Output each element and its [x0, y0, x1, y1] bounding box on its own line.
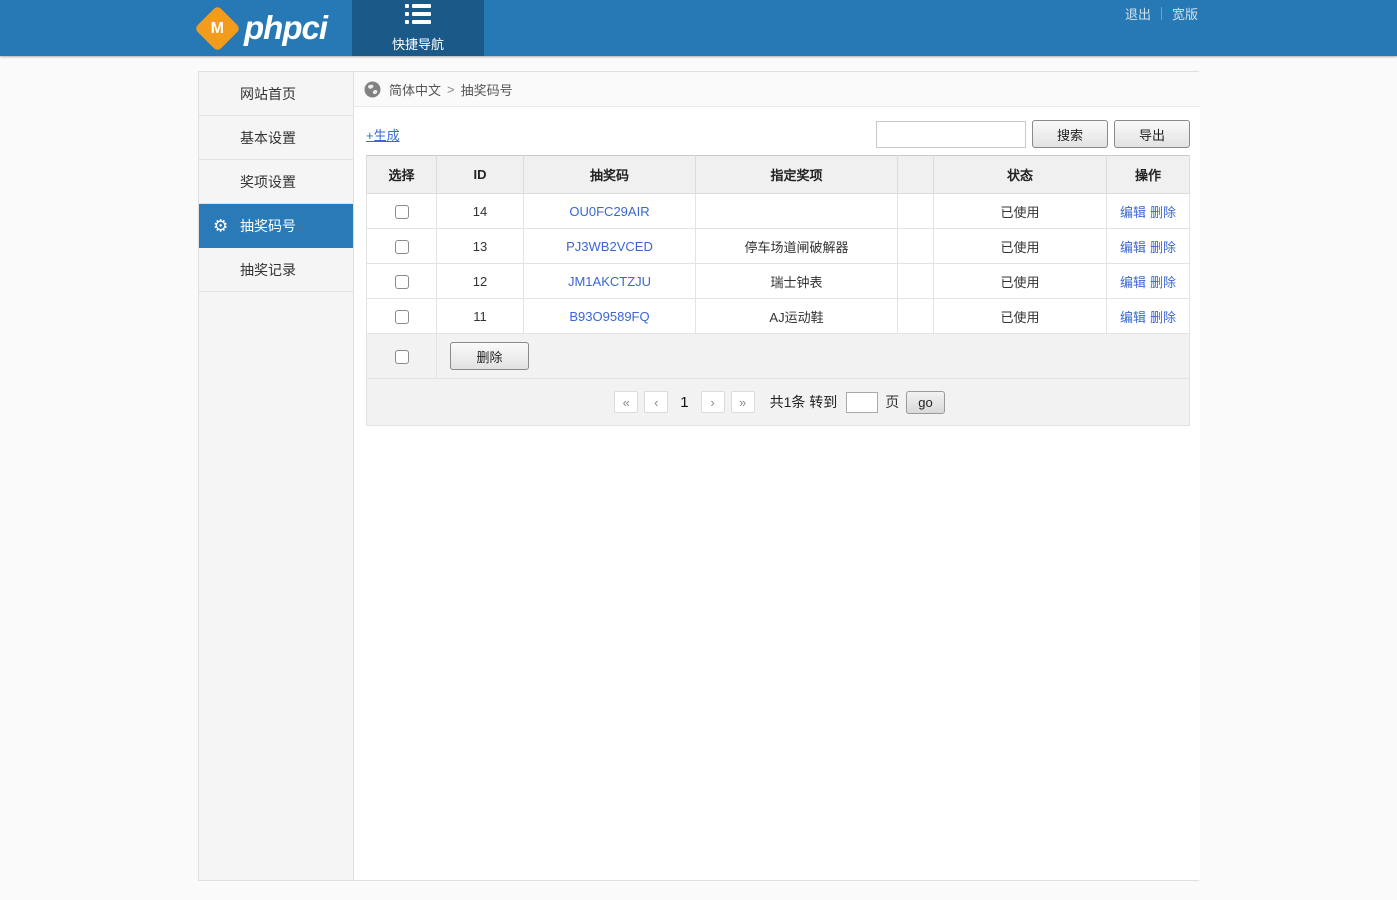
gear-icon: ⚙ — [213, 217, 228, 234]
list-icon — [403, 3, 433, 29]
table-row: 11 B93O9589FQ AJ运动鞋 已使用 编辑删除 — [367, 299, 1190, 334]
sidebar-item-basic-settings[interactable]: 基本设置 — [199, 116, 353, 160]
cell-extra — [898, 194, 934, 229]
delete-link[interactable]: 删除 — [1150, 275, 1176, 290]
col-extra — [898, 156, 934, 194]
toolbar: +生成 搜索 导出 — [354, 107, 1200, 155]
sidebar-item-lottery-codes[interactable]: ⚙ 抽奖码号 — [199, 204, 353, 248]
logo-mark: M — [211, 19, 224, 37]
row-checkbox[interactable] — [395, 275, 409, 289]
table-row: 14 OU0FC29AIR 已使用 编辑删除 — [367, 194, 1190, 229]
main-content: 简体中文 > 抽奖码号 +生成 搜索 导出 选择 ID — [354, 72, 1200, 880]
logo[interactable]: M phpci — [197, 0, 352, 56]
table-wrap: 选择 ID 抽奖码 指定奖项 状态 操作 14 OU0FC29AIR — [354, 155, 1200, 438]
sidebar-item-label: 奖项设置 — [240, 172, 296, 192]
first-page-button[interactable]: « — [614, 391, 638, 413]
sidebar-item-prize-settings[interactable]: 奖项设置 — [199, 160, 353, 204]
delete-link[interactable]: 删除 — [1150, 205, 1176, 220]
cell-prize: AJ运动鞋 — [696, 299, 898, 334]
sidebar-item-lottery-records[interactable]: 抽奖记录 — [199, 248, 353, 292]
edit-link[interactable]: 编辑 — [1120, 310, 1146, 325]
sidebar-item-label: 抽奖码号 — [240, 216, 296, 236]
go-button[interactable]: go — [906, 391, 944, 414]
code-link[interactable]: OU0FC29AIR — [569, 204, 649, 219]
code-link[interactable]: B93O9589FQ — [569, 309, 649, 324]
cell-status: 已使用 — [934, 194, 1107, 229]
table-row: 12 JM1AKCTZJU 瑞士钟表 已使用 编辑删除 — [367, 264, 1190, 299]
cell-prize: 瑞士钟表 — [696, 264, 898, 299]
quick-nav-button[interactable]: 快捷导航 — [352, 0, 484, 56]
select-all-checkbox[interactable] — [395, 350, 409, 364]
delete-link[interactable]: 删除 — [1150, 240, 1176, 255]
breadcrumb-language[interactable]: 简体中文 — [389, 80, 441, 99]
sidebar-item-label: 基本设置 — [240, 128, 296, 148]
search-group: 搜索 导出 — [876, 120, 1190, 148]
col-select: 选择 — [367, 156, 437, 194]
globe-icon — [364, 81, 381, 98]
search-input[interactable] — [876, 121, 1026, 148]
code-link[interactable]: JM1AKCTZJU — [568, 274, 651, 289]
prev-page-button[interactable]: ‹ — [644, 391, 668, 413]
sidebar: 网站首页 基本设置 奖项设置 ⚙ 抽奖码号 抽奖记录 — [199, 72, 354, 880]
header-links: 退出 宽版 — [1125, 4, 1198, 23]
col-status: 状态 — [934, 156, 1107, 194]
logout-link[interactable]: 退出 — [1125, 4, 1151, 23]
row-checkbox[interactable] — [395, 205, 409, 219]
last-page-button[interactable]: » — [731, 391, 755, 413]
page-number-input[interactable] — [846, 392, 878, 413]
quick-nav-label: 快捷导航 — [392, 34, 444, 53]
cell-id: 13 — [437, 229, 524, 264]
col-id: ID — [437, 156, 524, 194]
col-code: 抽奖码 — [524, 156, 696, 194]
cell-id: 12 — [437, 264, 524, 299]
col-prize: 指定奖项 — [696, 156, 898, 194]
breadcrumb-separator: > — [447, 82, 455, 97]
table-header-row: 选择 ID 抽奖码 指定奖项 状态 操作 — [367, 156, 1190, 194]
edit-link[interactable]: 编辑 — [1120, 275, 1146, 290]
search-button[interactable]: 搜索 — [1032, 120, 1108, 148]
sidebar-item-label: 网站首页 — [240, 84, 296, 104]
cell-extra — [898, 299, 934, 334]
delete-link[interactable]: 删除 — [1150, 310, 1176, 325]
page-unit-label: 页 — [885, 392, 899, 412]
cell-status: 已使用 — [934, 229, 1107, 264]
cell-prize — [696, 194, 898, 229]
cell-status: 已使用 — [934, 264, 1107, 299]
pagination-row: « ‹ 1 › » 共1条 转到 页 go — [367, 379, 1190, 426]
edit-link[interactable]: 编辑 — [1120, 240, 1146, 255]
wide-version-link[interactable]: 宽版 — [1172, 4, 1198, 23]
sidebar-item-home[interactable]: 网站首页 — [199, 72, 353, 116]
cell-id: 14 — [437, 194, 524, 229]
current-page: 1 — [680, 394, 688, 411]
cell-extra — [898, 229, 934, 264]
row-checkbox[interactable] — [395, 310, 409, 324]
sidebar-item-label: 抽奖记录 — [240, 260, 296, 280]
col-actions: 操作 — [1107, 156, 1190, 194]
breadcrumb: 简体中文 > 抽奖码号 — [354, 72, 1200, 107]
pagination: « ‹ 1 › » 共1条 转到 页 go — [367, 391, 1189, 414]
page-container: 网站首页 基本设置 奖项设置 ⚙ 抽奖码号 抽奖记录 简体中文 > 抽奖码号 — [198, 71, 1199, 881]
cell-status: 已使用 — [934, 299, 1107, 334]
breadcrumb-current: 抽奖码号 — [461, 80, 513, 99]
bulk-action-row: 删除 — [367, 334, 1190, 379]
links-divider — [1161, 7, 1162, 20]
pagination-total: 共1条 转到 — [770, 392, 838, 412]
cell-extra — [898, 264, 934, 299]
export-button[interactable]: 导出 — [1114, 120, 1190, 148]
generate-link[interactable]: +生成 — [366, 125, 400, 144]
code-link[interactable]: PJ3WB2VCED — [566, 239, 653, 254]
logo-diamond-icon: M — [194, 5, 241, 52]
row-checkbox[interactable] — [395, 240, 409, 254]
table-row: 13 PJ3WB2VCED 停车场道闸破解器 已使用 编辑删除 — [367, 229, 1190, 264]
top-header: M phpci 快捷导航 退出 宽版 — [0, 0, 1397, 56]
cell-id: 11 — [437, 299, 524, 334]
logo-text: phpci — [244, 9, 327, 47]
bulk-delete-button[interactable]: 删除 — [450, 342, 529, 370]
codes-table: 选择 ID 抽奖码 指定奖项 状态 操作 14 OU0FC29AIR — [366, 155, 1190, 426]
next-page-button[interactable]: › — [701, 391, 725, 413]
cell-prize: 停车场道闸破解器 — [696, 229, 898, 264]
edit-link[interactable]: 编辑 — [1120, 205, 1146, 220]
